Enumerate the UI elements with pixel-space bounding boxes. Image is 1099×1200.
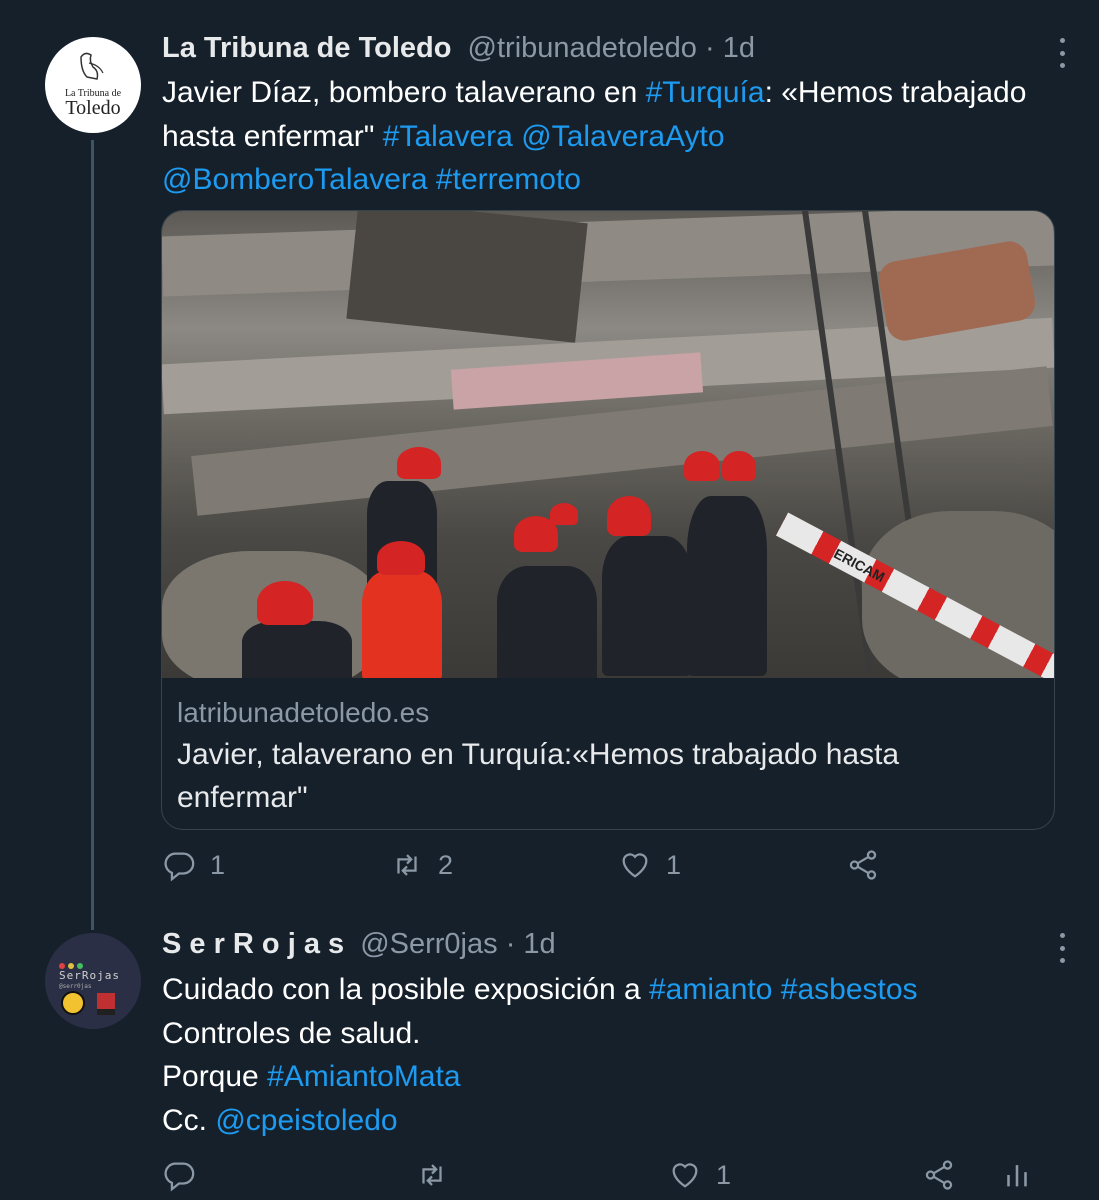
- avatar-tribuna[interactable]: La Tribuna de Toledo: [45, 37, 141, 133]
- reply-icon: [164, 1162, 195, 1192]
- text-segment: Cc.: [162, 1103, 216, 1137]
- heart-icon: [622, 853, 648, 878]
- hashtag-link[interactable]: #AmiantoMata: [267, 1060, 460, 1093]
- tweet-actions: 1: [162, 1158, 1062, 1198]
- text-segment: Cuidado con la posible exposición a: [162, 973, 649, 1006]
- mention-link[interactable]: @BomberoTalavera: [162, 163, 428, 196]
- separator: ·: [696, 32, 723, 64]
- tweet-2[interactable]: SerRojas @serr0jas S e r R o j a s @Serr…: [0, 915, 1099, 1200]
- like-count: 1: [666, 849, 682, 880]
- share-icon: [849, 850, 877, 880]
- card-image[interactable]: ERICAM: [162, 211, 1054, 678]
- hashtag-link[interactable]: #Talavera: [383, 120, 513, 153]
- text-line: Controles de salud.: [162, 1012, 1062, 1056]
- card-title: Javier, talaverano en Turquía:«Hemos tra…: [177, 738, 900, 814]
- tweet-text: Cuidado con la posible exposición a #ami…: [162, 968, 1062, 1142]
- text-segment: Controles de salud.: [162, 1016, 421, 1050]
- mention-link[interactable]: @TalaveraAyto: [521, 120, 724, 153]
- reply-button[interactable]: [162, 1158, 210, 1192]
- retweet-count: 2: [438, 849, 454, 880]
- tweet-header: S e r R o j a s @Serr0jas · 1d: [162, 928, 556, 961]
- share-button[interactable]: [846, 848, 880, 882]
- hashtag-link[interactable]: #Turquía: [646, 76, 765, 109]
- tweet-header: La Tribuna de Toledo @tribunadetoledo · …: [162, 32, 755, 65]
- thread-line: [91, 140, 94, 930]
- heart-icon: [672, 1163, 698, 1188]
- text-space: [428, 163, 436, 196]
- author-name[interactable]: S e r R o j a s: [162, 928, 344, 960]
- text-space: [513, 120, 521, 153]
- text-segment: Porque: [162, 1060, 268, 1093]
- like-button[interactable]: 1: [618, 848, 681, 882]
- retweet-icon: [397, 854, 417, 876]
- share-icon: [925, 1160, 953, 1190]
- tweet-text: Javier Díaz, bombero talaverano en #Turq…: [162, 71, 1062, 202]
- more-options-icon[interactable]: [1051, 38, 1073, 68]
- reply-count: 1: [210, 849, 226, 880]
- avatar-text-top: SerRojas: [59, 969, 120, 982]
- text-segment: Javier Díaz, bombero talaverano en: [162, 76, 646, 109]
- author-name[interactable]: La Tribuna de Toledo: [162, 32, 451, 64]
- more-options-icon[interactable]: [1051, 933, 1073, 963]
- retweet-button[interactable]: 2: [390, 848, 453, 882]
- hashtag-link[interactable]: #asbestos: [781, 973, 918, 1006]
- text-line: Cuidado con la posible exposición a #ami…: [162, 968, 1062, 1012]
- reply-icon: [164, 852, 195, 882]
- share-button[interactable]: [922, 1158, 956, 1192]
- separator: ·: [497, 928, 524, 960]
- text-line: Cc. @cpeistoledo: [162, 1099, 1062, 1143]
- tweet-time[interactable]: 1d: [723, 32, 755, 64]
- retweet-icon: [422, 1164, 442, 1186]
- pixel-character-icon: [97, 993, 115, 1015]
- retweet-button[interactable]: [415, 1158, 463, 1192]
- avatar-logo-text-bottom: Toledo: [65, 97, 121, 119]
- analytics-icon: [1007, 1165, 1027, 1187]
- hashtag-link[interactable]: #terremoto: [436, 163, 581, 196]
- card-domain: latribunadetoledo.es: [177, 697, 430, 728]
- magnifier-emoji-icon: [61, 991, 85, 1015]
- like-button[interactable]: 1: [668, 1158, 731, 1192]
- avatar-serrojas[interactable]: SerRojas @serr0jas: [45, 933, 141, 1029]
- tweet-1[interactable]: La Tribuna de Toledo La Tribuna de Toled…: [0, 0, 1099, 930]
- author-handle[interactable]: @tribunadetoledo: [468, 32, 697, 64]
- mention-link[interactable]: @cpeistoledo: [215, 1104, 397, 1137]
- tweet-actions: 1 2 1: [162, 848, 1062, 888]
- text-space: [772, 973, 780, 1006]
- tweet-time[interactable]: 1d: [523, 928, 555, 960]
- avatar-text-bottom: @serr0jas: [59, 983, 92, 990]
- reply-button[interactable]: 1: [162, 848, 225, 882]
- author-handle[interactable]: @Serr0jas: [360, 928, 497, 960]
- text-line: Porque #AmiantoMata: [162, 1055, 1062, 1099]
- link-card[interactable]: ERICAM latribunadetoledo.es Javier, tala…: [161, 210, 1055, 830]
- like-count: 1: [716, 1159, 732, 1190]
- analytics-button[interactable]: [1000, 1158, 1034, 1192]
- hashtag-link[interactable]: #amianto: [649, 973, 772, 1006]
